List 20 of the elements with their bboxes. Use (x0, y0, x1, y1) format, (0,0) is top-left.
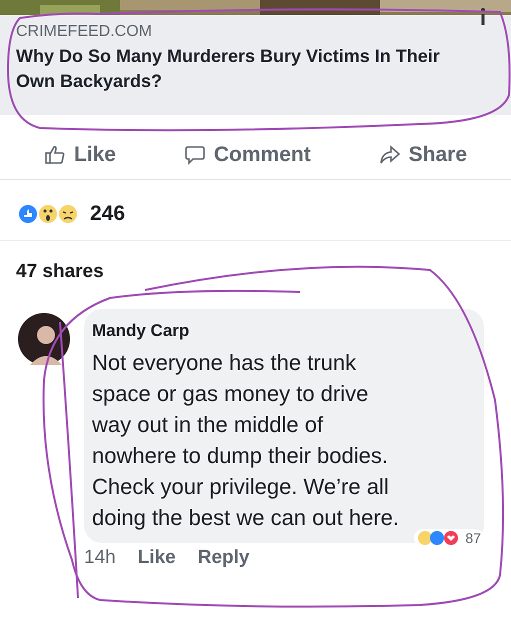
like-link[interactable]: Like (138, 547, 176, 569)
comment-author[interactable]: Mandy Carp (92, 321, 470, 341)
reply-link[interactable]: Reply (198, 547, 250, 569)
share-arrow-icon (378, 144, 401, 166)
comment-time: 14h (84, 547, 116, 569)
reaction-count[interactable]: 246 (90, 202, 126, 226)
share-button[interactable]: Share (378, 143, 468, 167)
comment-text: Not everyone has the trunk space or gas money to drive way out in the middle of nowhere to dump their bodies. Check your privilege. We’re all doing the best we can out here. (92, 349, 400, 532)
like-button[interactable]: Like (44, 143, 116, 167)
speech-bubble-icon (184, 144, 206, 166)
thumbs-up-icon (44, 144, 66, 166)
avatar[interactable] (18, 313, 70, 365)
comment-reaction-count: 87 (465, 530, 481, 546)
link-title: Why Do So Many Murderers Bury Victims In Their Own Backyards? (16, 45, 441, 93)
link-preview-card[interactable]: CRIMEFEED.COM Why Do So Many Murderers Bury Victims In Their Own Backyards? (0, 15, 511, 115)
link-domain: CRIMEFEED.COM (16, 23, 153, 41)
comment-reactions[interactable]: 87 (414, 529, 484, 547)
reaction-icons (16, 202, 80, 226)
share-count[interactable]: 47 shares (0, 241, 511, 293)
comment-button[interactable]: Comment (184, 143, 311, 167)
